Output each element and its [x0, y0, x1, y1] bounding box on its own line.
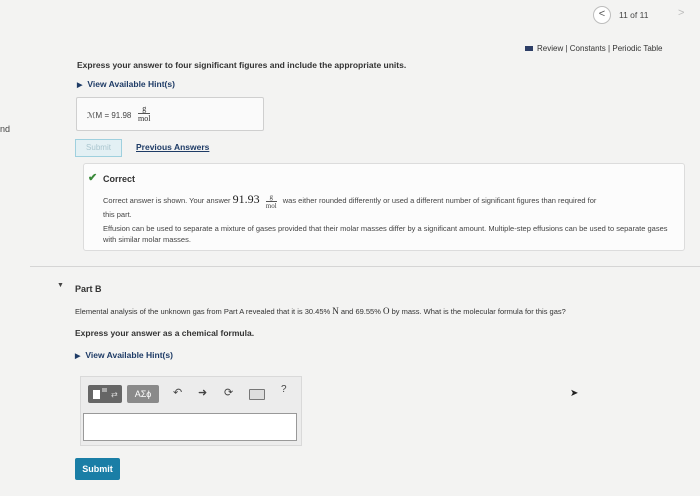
checkmark-icon: ✔ — [88, 172, 98, 184]
keyboard-icon[interactable] — [249, 389, 265, 400]
part-b-instruction: Express your answer as a chemical formul… — [75, 328, 255, 338]
reset-icon[interactable]: ⟳ — [224, 386, 233, 399]
feedback-title: Correct — [103, 174, 136, 184]
triangle-right-icon: ▶ — [77, 82, 83, 89]
part-a-submit-button[interactable]: Submit — [75, 139, 122, 157]
chevron-left-icon: < — [598, 8, 606, 20]
periodic-table-link[interactable]: Periodic Table — [612, 44, 662, 53]
undo-icon[interactable]: ↶ — [173, 386, 182, 399]
part-a-instruction: Express your answer to four significant … — [77, 60, 407, 70]
feedback-line-1: Correct answer is shown. Your answer 91.… — [103, 192, 597, 210]
resource-links: Review | Constants | Periodic Table — [525, 44, 662, 53]
submitted-value: 91.93 — [232, 192, 260, 206]
section-divider — [30, 266, 700, 267]
mouse-cursor-icon: ➤ — [570, 388, 579, 399]
constants-link[interactable]: Constants — [570, 44, 606, 53]
item-counter: 11 of 11 — [619, 10, 649, 20]
part-b-title: Part B — [75, 284, 102, 294]
previous-item-button[interactable]: < — [593, 6, 611, 24]
part-b-question: Elemental analysis of the unknown gas fr… — [75, 306, 566, 316]
template-icon — [93, 390, 100, 399]
chevron-right-icon: > — [678, 7, 685, 19]
template-button[interactable]: ⇄ — [88, 385, 122, 403]
review-icon — [525, 46, 533, 52]
feedback-line-2: this part. — [103, 210, 132, 219]
feedback-unit: g mol — [265, 192, 277, 210]
feedback-explanation: Effusion can be used to separate a mixtu… — [103, 224, 668, 244]
collapse-arrow-icon[interactable]: ▼ — [57, 282, 64, 289]
triangle-right-icon: ▶ — [75, 353, 81, 360]
previous-answers-link[interactable]: Previous Answers — [136, 142, 209, 152]
answer-label: ℳM = 91.98 — [87, 111, 132, 120]
part-b-hint-link[interactable]: ▶ View Available Hint(s) — [75, 350, 173, 360]
part-a-answer-box: ℳM = 91.98 g mol — [76, 97, 264, 131]
greek-symbols-button[interactable]: AΣϕ — [127, 385, 159, 403]
answer-value: 91.98 — [111, 111, 132, 120]
part-a-hint-link[interactable]: ▶ View Available Hint(s) — [77, 79, 175, 89]
review-link[interactable]: Review — [537, 44, 563, 53]
redo-icon[interactable]: ➜ — [198, 386, 207, 399]
answer-unit: g mol — [138, 104, 151, 123]
part-b-submit-button[interactable]: Submit — [75, 458, 120, 480]
help-icon[interactable]: ? — [281, 384, 287, 395]
cropped-side-text: nd — [0, 124, 11, 134]
formula-answer-input[interactable] — [83, 413, 297, 441]
next-item-button[interactable]: > — [678, 7, 684, 19]
